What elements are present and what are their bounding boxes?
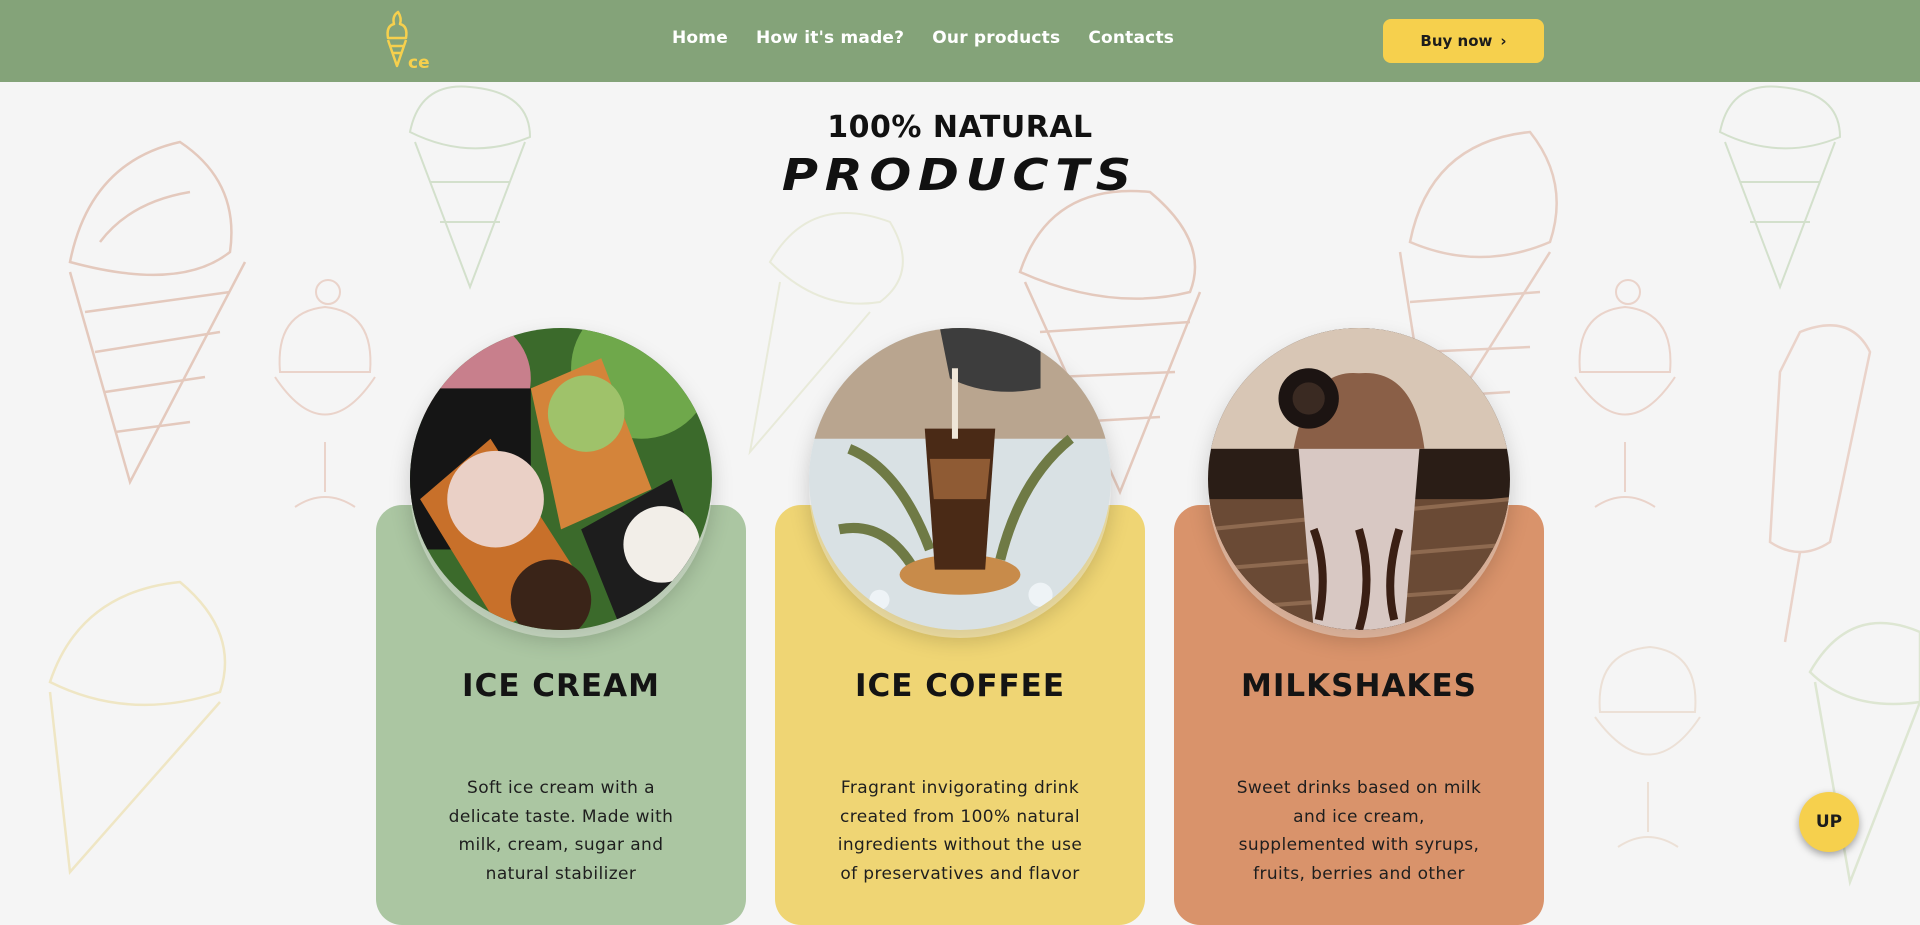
main-nav: Home How it's made? Our products Contact… bbox=[672, 28, 1174, 48]
product-title: ICE COFFEE bbox=[854, 668, 1066, 704]
milkshake-photo bbox=[1208, 328, 1510, 630]
buy-now-label: Buy now bbox=[1420, 32, 1493, 50]
sundae-sketch-icon bbox=[274, 279, 376, 508]
scroll-up-button[interactable]: UP bbox=[1799, 792, 1859, 852]
nav-how-its-made[interactable]: How it's made? bbox=[756, 28, 904, 48]
svg-text:ce: ce bbox=[408, 53, 430, 72]
nav-home[interactable]: Home bbox=[672, 28, 728, 48]
product-description: Sweet drinks based on milk and ice cream… bbox=[1236, 778, 1482, 884]
cone-sketch-icon bbox=[1808, 621, 1920, 887]
product-title: MILKSHAKES bbox=[1241, 668, 1477, 704]
heading-subtitle: 100% NATURAL bbox=[827, 110, 1093, 145]
sundae-sketch-icon bbox=[1594, 645, 1701, 848]
ice-coffee-photo bbox=[809, 328, 1111, 630]
buy-now-button[interactable]: Buy now › bbox=[1383, 19, 1544, 63]
ice-cream-photo bbox=[410, 328, 712, 630]
site-header: ce Home How it's made? Our products Cont… bbox=[0, 0, 1920, 82]
popsicle-sketch-icon bbox=[1768, 324, 1872, 643]
ice-cream-cone-logo[interactable]: ce bbox=[378, 10, 440, 72]
product-description: Fragrant invigorating drink created from… bbox=[837, 778, 1083, 884]
sundae-sketch-icon bbox=[1574, 279, 1676, 508]
product-title: ICE CREAM bbox=[462, 668, 660, 704]
nav-our-products[interactable]: Our products bbox=[932, 28, 1060, 48]
section-heading: 100% NATURAL PRODUCTS bbox=[0, 108, 1920, 204]
nav-contacts[interactable]: Contacts bbox=[1088, 28, 1174, 48]
chevron-right-icon: › bbox=[1500, 32, 1507, 50]
cone-sketch-icon bbox=[48, 580, 227, 875]
heading-title: PRODUCTS bbox=[782, 150, 1138, 201]
product-description: Soft ice cream with a delicate taste. Ma… bbox=[448, 778, 674, 884]
